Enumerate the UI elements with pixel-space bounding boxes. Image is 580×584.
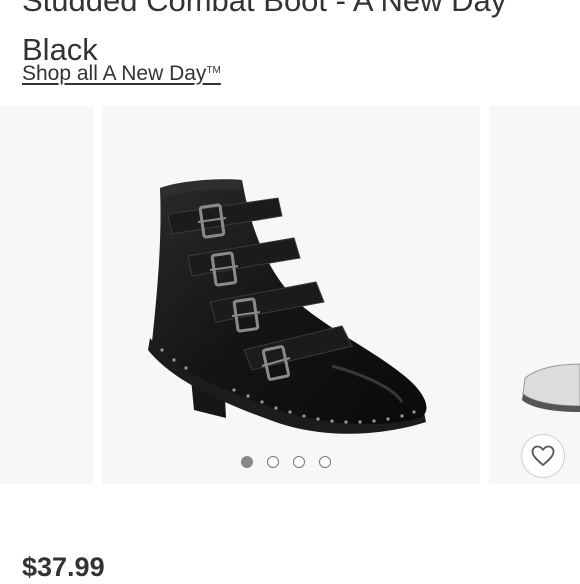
next-boot-preview (522, 363, 580, 412)
favorite-button[interactable] (521, 434, 565, 478)
carousel-pagination (241, 456, 331, 468)
previous-product-image[interactable] (0, 106, 93, 484)
carousel-dot-3[interactable] (293, 456, 305, 468)
shop-all-brand-link[interactable]: Shop all A New DayTM (22, 62, 221, 86)
carousel-dot-2[interactable] (267, 456, 279, 468)
product-image-carousel[interactable] (0, 106, 580, 484)
product-title-line-1: Studded Combat Boot - A New Day (22, 0, 507, 18)
boot-image (148, 179, 427, 434)
carousel-dot-4[interactable] (319, 456, 331, 468)
shop-all-brand-label: Shop all A New Day (22, 62, 207, 85)
trademark-mark: TM (206, 65, 221, 76)
main-product-image[interactable] (102, 106, 480, 484)
next-product-image[interactable] (489, 106, 580, 484)
product-price: $37.99 (22, 552, 105, 582)
carousel-dot-1[interactable] (241, 456, 253, 468)
heart-icon (531, 445, 555, 466)
